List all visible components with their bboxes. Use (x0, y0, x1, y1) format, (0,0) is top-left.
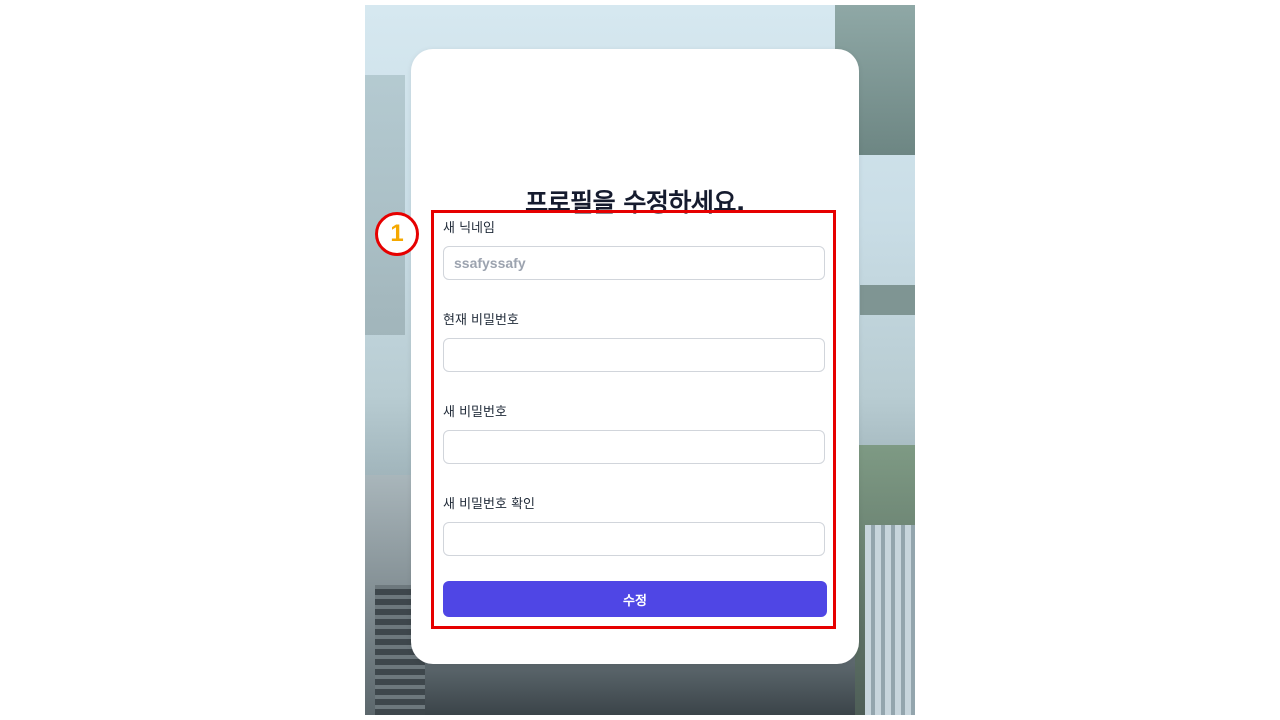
current-password-label: 현재 비밀번호 (443, 313, 519, 328)
page-title: 프로필을 수정하세요. (525, 188, 745, 217)
background-building (860, 285, 915, 315)
new-password-input[interactable] (443, 430, 825, 464)
submit-button[interactable]: 수정 (443, 581, 827, 617)
annotation-marker: 1 (375, 212, 419, 256)
current-password-input[interactable] (443, 338, 825, 372)
background-building (865, 525, 915, 715)
background-building (365, 75, 405, 335)
nickname-label: 새 닉네임 (443, 221, 495, 236)
new-password-label: 새 비밀번호 (443, 405, 507, 420)
confirm-password-label: 새 비밀번호 확인 (443, 497, 535, 512)
nickname-input[interactable] (443, 246, 825, 280)
confirm-password-input[interactable] (443, 522, 825, 556)
